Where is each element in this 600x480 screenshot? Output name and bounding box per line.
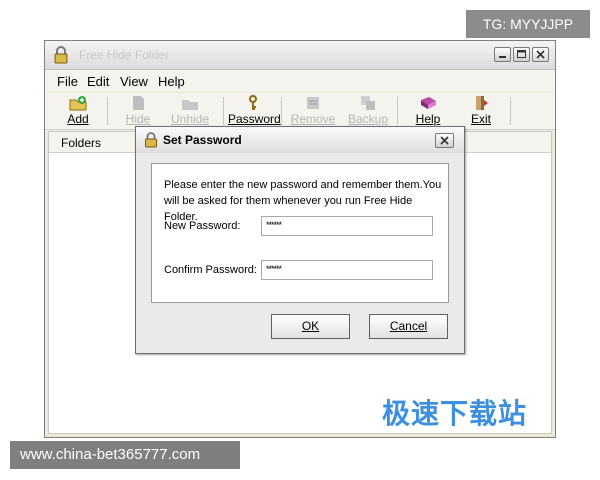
- menu-file[interactable]: File: [57, 74, 78, 89]
- help-book-icon: [421, 97, 436, 109]
- exit-button[interactable]: Exit: [456, 95, 506, 127]
- hide-icon: [133, 96, 144, 110]
- new-password-input[interactable]: ******: [261, 216, 433, 236]
- menu-edit[interactable]: Edit: [87, 74, 109, 89]
- help-button[interactable]: Help: [403, 95, 453, 127]
- menu-view[interactable]: View: [120, 74, 148, 89]
- confirm-password-label: Confirm Password:: [164, 264, 257, 276]
- cancel-button[interactable]: Cancel: [369, 314, 448, 339]
- lock-icon: [144, 132, 158, 151]
- remove-icon: [307, 97, 319, 109]
- lock-icon: [53, 46, 69, 67]
- confirm-password-input[interactable]: ******: [261, 260, 433, 280]
- key-icon: [249, 95, 257, 110]
- ok-button[interactable]: OK: [271, 314, 350, 339]
- site-url-banner: www.china-bet365777.com: [10, 441, 240, 469]
- password-button[interactable]: Password: [228, 95, 281, 127]
- backup-button[interactable]: Backup: [343, 95, 393, 127]
- menu-help[interactable]: Help: [158, 74, 185, 89]
- minimize-icon: [499, 56, 506, 58]
- title-bar[interactable]: Free Hide Folder: [45, 41, 555, 70]
- watermark-text: 极速下载站: [382, 397, 528, 430]
- window-title: Free Hide Folder: [79, 48, 170, 62]
- menu-bar: File Edit View Help: [45, 70, 555, 92]
- add-button[interactable]: Add: [53, 95, 103, 127]
- set-password-dialog: Set Password Please enter the new passwo…: [135, 126, 465, 354]
- close-button[interactable]: [532, 47, 549, 62]
- close-icon: [536, 50, 545, 59]
- dialog-title: Set Password: [163, 133, 242, 147]
- remove-button[interactable]: Remove: [288, 95, 338, 127]
- add-folder-icon: [69, 96, 87, 111]
- maximize-icon: [517, 50, 526, 58]
- minimize-button[interactable]: [494, 47, 511, 62]
- new-password-label: New Password:: [164, 220, 241, 232]
- unhide-button[interactable]: Unhide: [165, 95, 215, 127]
- exit-icon: [476, 96, 488, 110]
- tg-badge: TG: MYYJJPP: [466, 10, 590, 38]
- dialog-close-button[interactable]: [435, 133, 454, 148]
- backup-icon: [361, 96, 375, 110]
- close-icon: [440, 136, 449, 145]
- toolbar: Add Hide Unhide Password Remove Backup H…: [45, 93, 555, 130]
- unhide-icon: [182, 100, 198, 110]
- hide-button[interactable]: Hide: [113, 95, 163, 127]
- maximize-button[interactable]: [513, 47, 530, 62]
- password-panel: Please enter the new password and rememb…: [151, 163, 449, 303]
- dialog-title-bar[interactable]: Set Password: [136, 127, 464, 153]
